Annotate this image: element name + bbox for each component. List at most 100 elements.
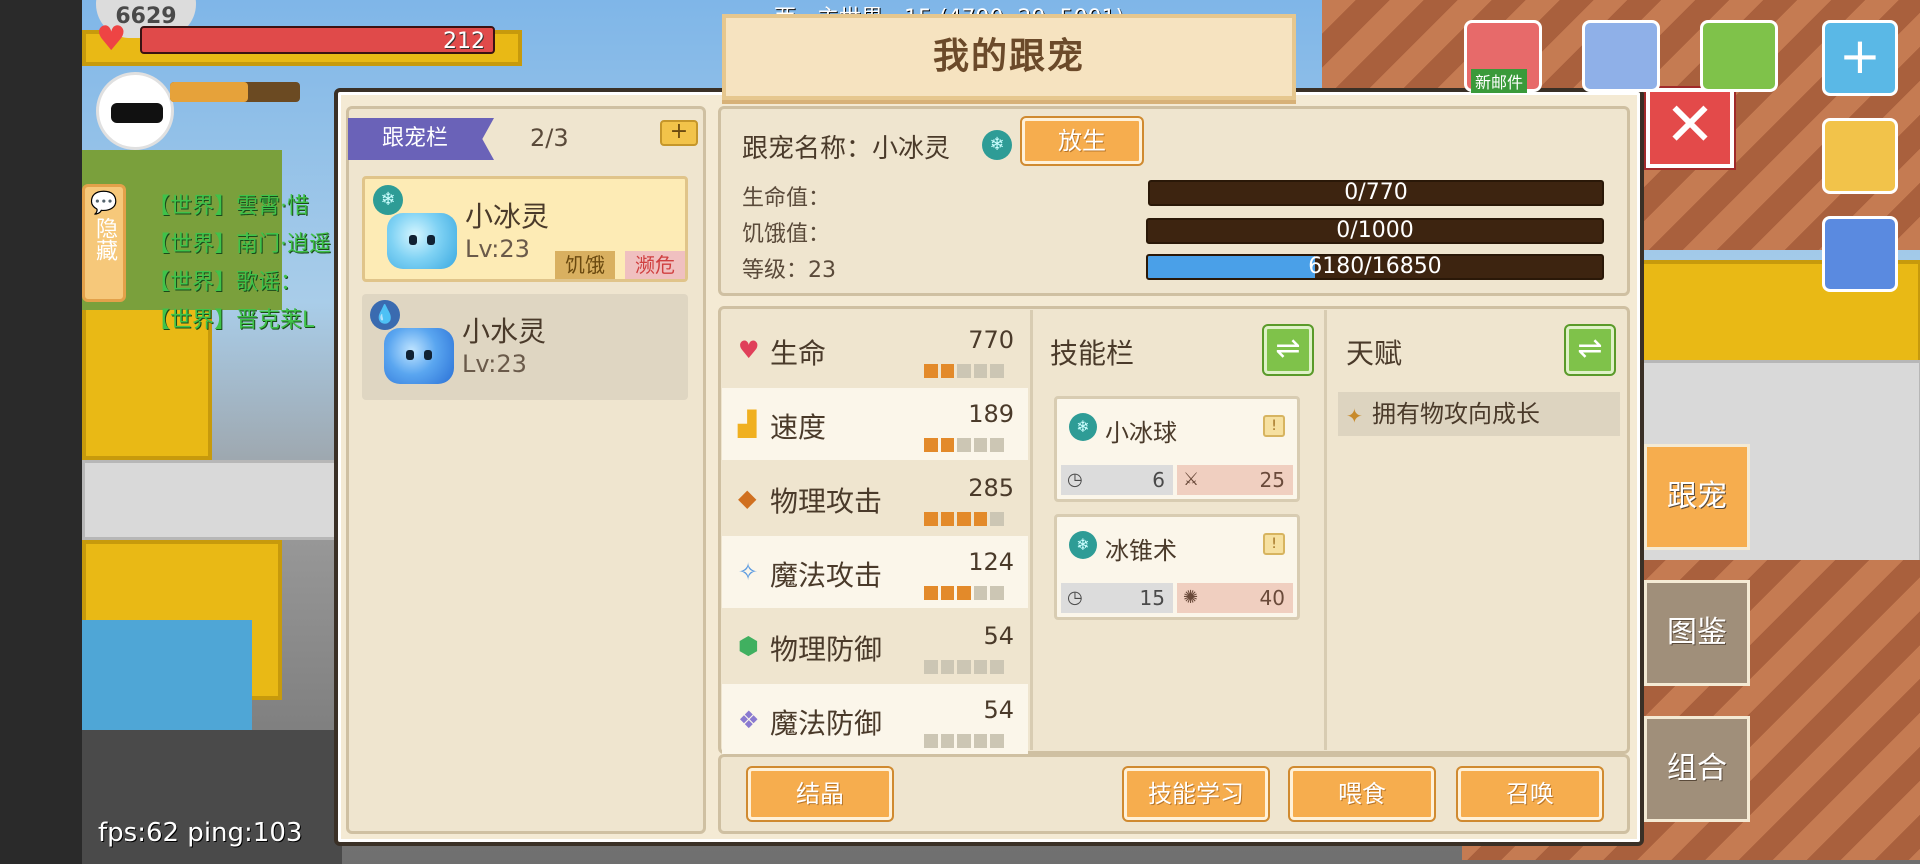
plus-icon[interactable]: +	[1822, 20, 1898, 96]
skills-swap-button[interactable]: ⇌	[1264, 326, 1312, 374]
swap-icon: ⇌	[1577, 331, 1603, 366]
pet-count: 2/3	[530, 124, 569, 152]
attribute-value: 124	[968, 548, 1014, 576]
level-label: 等级：23	[742, 258, 836, 283]
divider	[1030, 310, 1033, 750]
chat-icon: 💬	[90, 191, 118, 216]
attribute-value: 54	[983, 696, 1014, 724]
pet-card-water[interactable]: 💧 小水灵 Lv:23	[362, 294, 688, 400]
player-hp-bar: 212	[140, 26, 495, 54]
hunger-label: 饥饿值：	[742, 222, 831, 247]
blocks-icon[interactable]	[1822, 118, 1898, 194]
fist-icon: ◆	[738, 484, 757, 512]
feed-button[interactable]: 喂食	[1290, 768, 1434, 820]
player-avatar[interactable]	[96, 72, 174, 150]
attribute-row: ❖ 魔法防御 54	[722, 684, 1028, 756]
chat-hide-button[interactable]: 💬 隐藏	[82, 184, 126, 302]
pet-name: 小水灵	[462, 315, 547, 348]
water-element-icon: 💧	[370, 300, 400, 330]
attribute-grade	[924, 734, 1004, 748]
tab-pet[interactable]: 跟宠	[1644, 444, 1750, 550]
pet-name: 小冰灵	[465, 200, 550, 233]
ice-pet-sprite	[387, 213, 457, 269]
clock-icon: ◷	[1067, 587, 1083, 608]
dialog-title: 我的跟宠	[932, 36, 1085, 77]
skills-title: 技能栏	[1050, 337, 1135, 370]
attribute-value: 770	[968, 326, 1014, 354]
attribute-grade	[924, 438, 1004, 452]
player-hp-value: 212	[443, 29, 485, 54]
chat-line: 【世界】雲霄·惜	[148, 194, 309, 219]
talent-title: 天赋	[1346, 337, 1403, 370]
magic-icon: ✺	[1183, 587, 1199, 608]
gem-icon: ❖	[738, 706, 760, 734]
skill-cost: ⚔ 25	[1177, 465, 1293, 495]
skill-cooldown: ◷ 15	[1061, 583, 1173, 613]
badge-icon[interactable]	[1822, 216, 1898, 292]
talent-swap-button[interactable]: ⇌	[1566, 326, 1614, 374]
heart-icon: ♥	[96, 19, 127, 59]
attribute-value: 285	[968, 474, 1014, 502]
attribute-grade	[924, 660, 1004, 674]
pet-exp-bar: 6180/16850	[1146, 254, 1604, 280]
tab-guide[interactable]: 图鉴	[1644, 580, 1750, 686]
pet-card-ice[interactable]: ❄ 小冰灵 Lv:23 饥饿 濒危	[362, 176, 688, 282]
ice-element-icon: ❄	[982, 130, 1012, 160]
pet-level: Lv:23	[465, 235, 530, 263]
attribute-row: ♥ 生命 770	[722, 314, 1028, 386]
info-icon[interactable]: !	[1263, 533, 1285, 555]
hp-label: 生命值：	[742, 186, 831, 211]
talent-item[interactable]: 拥有物攻向成长	[1338, 392, 1620, 436]
ice-element-icon: ❄	[373, 185, 403, 215]
water-pet-sprite	[384, 328, 454, 384]
chat-line: 【世界】南门·逍遥	[148, 232, 331, 257]
attribute-value: 189	[968, 400, 1014, 428]
pet-level: Lv:23	[462, 350, 527, 378]
player-xp-bar	[170, 82, 300, 102]
summon-button[interactable]: 召唤	[1458, 768, 1602, 820]
shield-icon: ⬢	[738, 632, 759, 660]
skill-name: 小冰球	[1105, 419, 1177, 447]
clock-icon: ◷	[1067, 469, 1083, 490]
sword-icon: ⚔	[1183, 469, 1200, 490]
learn-skill-button[interactable]: 技能学习	[1124, 768, 1268, 820]
fps-readout: fps:62 ping:103	[98, 818, 303, 848]
close-button[interactable]: ✕	[1646, 88, 1734, 168]
pet-hunger-bar: 0/1000	[1146, 218, 1604, 244]
skill-card[interactable]: ❄ 小冰球 ! ◷ 6 ⚔ 25	[1054, 396, 1300, 502]
dialog-title-banner: 我的跟宠	[722, 14, 1296, 100]
close-icon: ✕	[1664, 90, 1716, 160]
chat-bubble-icon[interactable]	[1582, 20, 1660, 92]
ice-element-icon: ❄	[1069, 531, 1097, 559]
pet-name-label: 跟宠名称：小冰灵	[742, 134, 951, 164]
boot-icon: ▟	[738, 410, 757, 438]
add-slot-button[interactable]: +	[660, 120, 698, 146]
skill-cooldown: ◷ 6	[1061, 465, 1173, 495]
mail-icon[interactable]: 新邮件	[1464, 20, 1542, 93]
skill-card[interactable]: ❄ 冰锥术 ! ◷ 15 ✺ 40	[1054, 514, 1300, 620]
crystal-button[interactable]: 结晶	[748, 768, 892, 820]
pet-hp-bar: 0/770	[1148, 180, 1604, 206]
attribute-value: 54	[983, 622, 1014, 650]
attribute-grade	[924, 512, 1004, 526]
magic-icon: ✧	[738, 558, 759, 586]
tab-combo[interactable]: 组合	[1644, 716, 1750, 822]
skill-name: 冰锥术	[1105, 537, 1177, 565]
attribute-row: ⬢ 物理防御 54	[722, 610, 1028, 682]
attribute-name: 魔法防御	[770, 707, 883, 740]
attribute-row: ✧ 魔法攻击 124	[722, 536, 1028, 608]
skill-cost: ✺ 40	[1177, 583, 1293, 613]
swap-icon: ⇌	[1275, 331, 1301, 366]
attribute-name: 生命	[770, 337, 827, 370]
info-icon[interactable]: !	[1263, 415, 1285, 437]
pet-list-tab: 跟宠栏	[348, 118, 494, 160]
divider	[1324, 310, 1327, 750]
attribute-name: 速度	[770, 411, 827, 444]
release-button[interactable]: 放生	[1022, 118, 1142, 164]
shop-icon[interactable]	[1700, 20, 1778, 92]
danger-tag: 濒危	[625, 251, 685, 279]
talent-star-icon: ✦	[1346, 404, 1363, 428]
attribute-name: 物理攻击	[770, 485, 883, 518]
attribute-grade	[924, 364, 1004, 378]
ice-element-icon: ❄	[1069, 413, 1097, 441]
